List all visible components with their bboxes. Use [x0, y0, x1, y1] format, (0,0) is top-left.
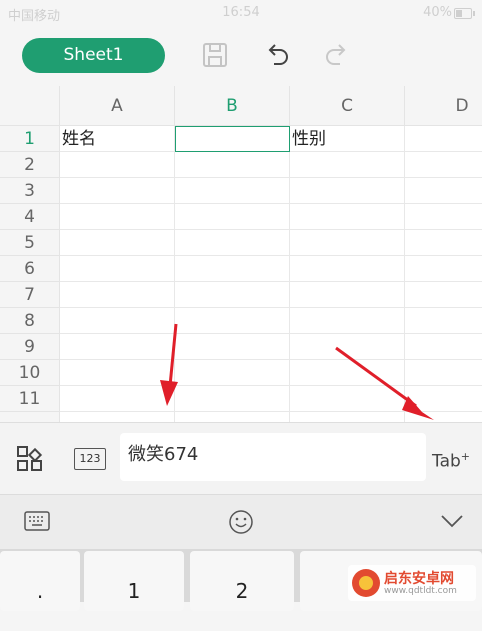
cell-a4[interactable] — [60, 204, 175, 230]
cell-d2[interactable] — [405, 152, 482, 178]
cell-c5[interactable] — [290, 230, 405, 256]
column-header-d[interactable]: D — [405, 86, 482, 126]
emoji-icon[interactable] — [228, 509, 254, 535]
cell-a2[interactable] — [60, 152, 175, 178]
cell-d4[interactable] — [405, 204, 482, 230]
row-header-8[interactable]: 8 — [0, 308, 60, 334]
plus-icon: + — [460, 450, 470, 463]
cell-b3[interactable] — [175, 178, 290, 204]
column-header-c[interactable]: C — [290, 86, 405, 126]
keyboard-toolbar — [0, 494, 482, 550]
row-header-6[interactable]: 6 — [0, 256, 60, 282]
cell-b2[interactable] — [175, 152, 290, 178]
cell-d5[interactable] — [405, 230, 482, 256]
cell-b10[interactable] — [175, 360, 290, 386]
cell-c2[interactable] — [290, 152, 405, 178]
key-period[interactable]: . — [0, 551, 80, 611]
row-header-11[interactable]: 11 — [0, 386, 60, 412]
battery-percent: 40% — [423, 5, 452, 20]
tab-key-button[interactable]: Tab+ — [432, 450, 470, 472]
row-header-10[interactable]: 10 — [0, 360, 60, 386]
cell-b6[interactable] — [175, 256, 290, 282]
cell-a5[interactable] — [60, 230, 175, 256]
cell-c6[interactable] — [290, 256, 405, 282]
watermark: 启东安卓网 www.qdtldt.com — [348, 565, 476, 601]
cell-b4[interactable] — [175, 204, 290, 230]
cell-b9[interactable] — [175, 334, 290, 360]
undo-icon[interactable] — [262, 40, 292, 70]
annotation-arrow-right — [335, 346, 434, 420]
watermark-title: 启东安卓网 — [384, 571, 454, 587]
row-header-3[interactable]: 3 — [0, 178, 60, 204]
row-header-5[interactable]: 5 — [0, 230, 60, 256]
cell-d8[interactable] — [405, 308, 482, 334]
numeric-keyboard-button[interactable]: 123 — [74, 448, 106, 470]
keyboard-icon[interactable] — [24, 511, 50, 531]
status-bar: 中国移动 16:54 40% — [0, 0, 482, 28]
row-header-7[interactable]: 7 — [0, 282, 60, 308]
cell-b7[interactable] — [175, 282, 290, 308]
annotation-arrow-down — [160, 323, 178, 406]
tab-label: Tab — [432, 451, 461, 472]
row-header-4[interactable]: 4 — [0, 204, 60, 230]
cell-a12[interactable] — [60, 412, 175, 422]
cell-a6[interactable] — [60, 256, 175, 282]
corner-cell[interactable] — [0, 86, 60, 126]
cell-b12[interactable] — [175, 412, 290, 422]
cell-c3[interactable] — [290, 178, 405, 204]
cell-d7[interactable] — [405, 282, 482, 308]
cell-input-bar: 123 微笑674 Tab+ — [0, 422, 482, 495]
cell-a1[interactable]: 姓名 — [60, 126, 175, 152]
cell-value-input[interactable]: 微笑674 — [120, 433, 426, 481]
row-header-1[interactable]: 1 — [0, 126, 60, 152]
top-toolbar: Sheet1 — [0, 28, 482, 86]
cell-b5[interactable] — [175, 230, 290, 256]
row-header-9[interactable]: 9 — [0, 334, 60, 360]
cell-d3[interactable] — [405, 178, 482, 204]
cell-b8[interactable] — [175, 308, 290, 334]
floppy-disk-icon[interactable] — [200, 40, 230, 70]
column-header-b[interactable]: B — [175, 86, 290, 126]
cell-d6[interactable] — [405, 256, 482, 282]
cell-c7[interactable] — [290, 282, 405, 308]
cell-a7[interactable] — [60, 282, 175, 308]
cell-d1[interactable] — [405, 126, 482, 152]
cell-b1[interactable] — [175, 126, 290, 152]
key-2[interactable]: 2 — [190, 551, 294, 611]
battery-icon — [454, 8, 475, 19]
row-header-2[interactable]: 2 — [0, 152, 60, 178]
watermark-logo-icon — [352, 569, 380, 597]
cell-c4[interactable] — [290, 204, 405, 230]
chevron-down-icon[interactable] — [440, 513, 464, 529]
watermark-url: www.qdtldt.com — [384, 586, 457, 596]
cell-c8[interactable] — [290, 308, 405, 334]
function-grid-icon[interactable] — [16, 445, 44, 473]
clock: 16:54 — [222, 5, 260, 20]
redo-icon[interactable] — [322, 40, 352, 70]
sheet-tab-button[interactable]: Sheet1 — [22, 38, 165, 73]
key-1[interactable]: 1 — [84, 551, 184, 611]
cell-c1[interactable]: 性别 — [290, 126, 405, 152]
row-header-12[interactable] — [0, 412, 60, 422]
cell-b11[interactable] — [175, 386, 290, 412]
column-header-a[interactable]: A — [60, 86, 175, 126]
cell-a3[interactable] — [60, 178, 175, 204]
